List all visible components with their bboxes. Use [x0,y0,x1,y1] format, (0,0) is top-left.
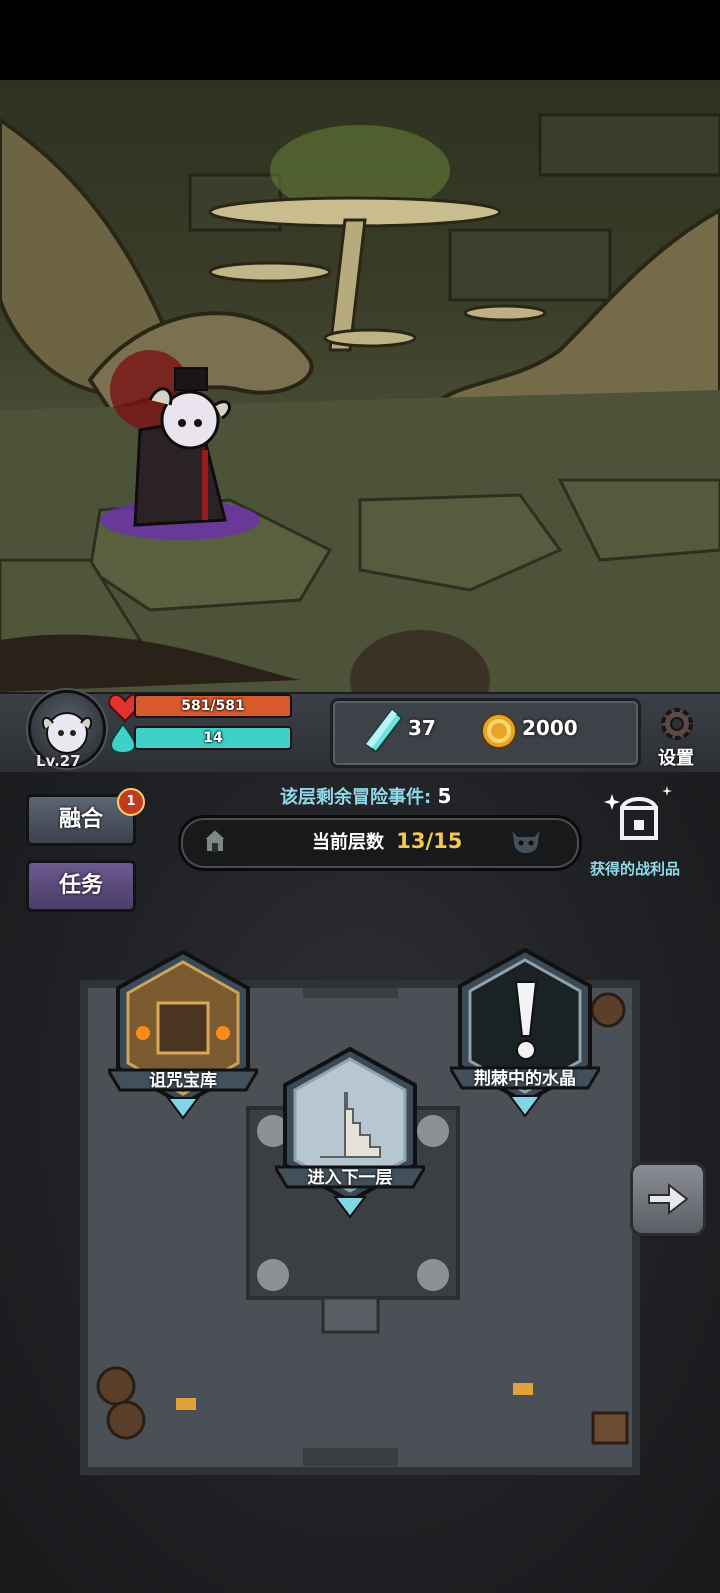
cave-background [0,113,720,692]
status-bar [0,0,720,80]
loot-button[interactable]: 获得的战利品 [590,858,680,879]
thorn-crystal-label: 荆棘中的水晶 [474,1069,576,1089]
battle-scene [0,80,720,692]
stairs-icon [272,1046,428,1219]
house-icon [200,827,230,853]
current-floor-label: 当前层数 [312,832,384,853]
thorn-crystal-node[interactable]: 荆棘中的水晶 [447,946,603,1136]
boss-demon-icon [509,824,543,856]
next-floor-node[interactable]: 进入下一层 [272,1045,428,1240]
remaining-events: 该层剩余冒险事件: 5 [280,783,451,809]
hp-text: 581/581 [181,698,245,714]
crystal-count: 37 [408,716,436,740]
cursed-vault-node[interactable]: 诅咒宝库 [105,948,261,1138]
mana-bar: 14 [134,726,292,750]
hp-bar: 581/581 [134,694,292,718]
loot-chest-icon[interactable] [604,786,676,848]
mana-text: 14 [203,730,223,746]
next-floor-label: 进入下一层 [307,1168,393,1188]
player-level: Lv.27 [36,752,81,770]
gold-count: 2000 [522,716,578,740]
settings-button[interactable]: 设置 [658,744,694,770]
current-floor-value: 13/15 [396,829,463,853]
gear-icon[interactable] [652,702,702,744]
cursed-vault-label: 诅咒宝库 [149,1071,217,1091]
exclamation-event-icon [447,947,603,1118]
crystal-icon [364,708,404,754]
next-room-arrow-button[interactable] [630,1162,706,1236]
remaining-events-count: 5 [437,784,452,808]
gold-coin-icon [481,713,517,749]
arrow-right-icon [648,1182,689,1216]
cursed-vault-hex-icon [105,949,261,1120]
fuse-notification-badge: 1 [117,788,145,816]
quest-button[interactable]: 任务 [26,860,136,912]
current-floor: 当前层数 13/15 [312,828,462,854]
remaining-events-label: 该层剩余冒险事件: [280,787,432,808]
